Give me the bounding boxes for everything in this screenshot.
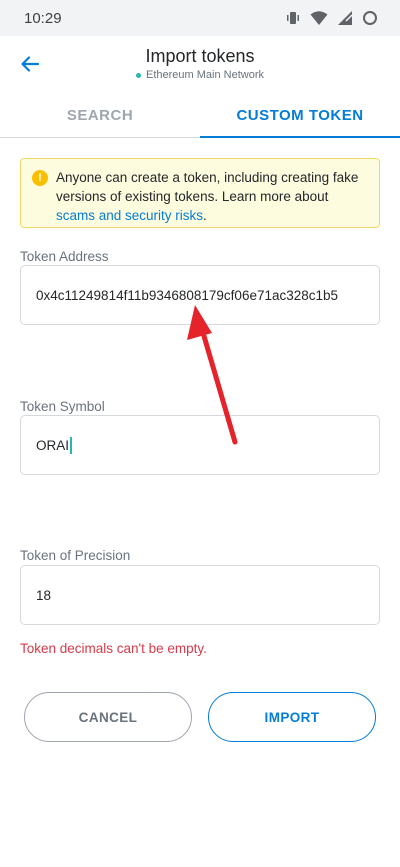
tab-bar: SEARCH CUSTOM TOKEN <box>0 94 400 138</box>
precision-error-message: Token decimals can't be empty. <box>20 641 207 656</box>
import-button[interactable]: IMPORT <box>208 692 376 742</box>
token-address-input[interactable]: 0x4c11249814f11b9346808179cf06e71ac328c1… <box>20 265 380 325</box>
token-precision-value: 18 <box>36 587 52 603</box>
warning-text: Anyone can create a token, including cre… <box>56 170 359 204</box>
token-address-label: Token Address <box>20 249 109 264</box>
token-symbol-input[interactable]: ORAI <box>20 415 380 475</box>
network-status-dot <box>136 72 141 78</box>
warning-banner: ! Anyone can create a token, including c… <box>20 158 380 228</box>
page-title: Import tokens <box>145 46 255 66</box>
token-address-value: 0x4c11249814f11b9346808179cf06e71ac328c1… <box>36 287 339 303</box>
tab-search[interactable]: SEARCH <box>0 94 200 137</box>
status-icons <box>285 10 378 26</box>
cell-signal-icon <box>337 10 353 26</box>
token-symbol-value: ORAI <box>36 437 70 453</box>
status-bar: 10:29 <box>0 0 400 36</box>
header: Import tokens Ethereum Main Network <box>0 36 400 94</box>
text-cursor <box>70 436 73 454</box>
token-symbol-label: Token Symbol <box>20 399 105 414</box>
battery-icon <box>362 10 378 26</box>
cancel-button[interactable]: CANCEL <box>24 692 192 742</box>
status-time: 10:29 <box>24 9 62 27</box>
token-precision-input[interactable]: 18 <box>20 565 380 625</box>
wifi-icon <box>310 10 328 26</box>
warning-suffix: . <box>203 208 207 223</box>
vibrate-icon <box>285 10 301 26</box>
network-indicator: Ethereum Main Network <box>0 69 400 81</box>
token-precision-label: Token of Precision <box>20 548 131 563</box>
tab-custom-token[interactable]: CUSTOM TOKEN <box>200 94 400 138</box>
exclamation-icon: ! <box>32 170 48 186</box>
scams-security-link[interactable]: scams and security risks <box>56 208 203 223</box>
network-name: Ethereum Main Network <box>146 69 264 81</box>
